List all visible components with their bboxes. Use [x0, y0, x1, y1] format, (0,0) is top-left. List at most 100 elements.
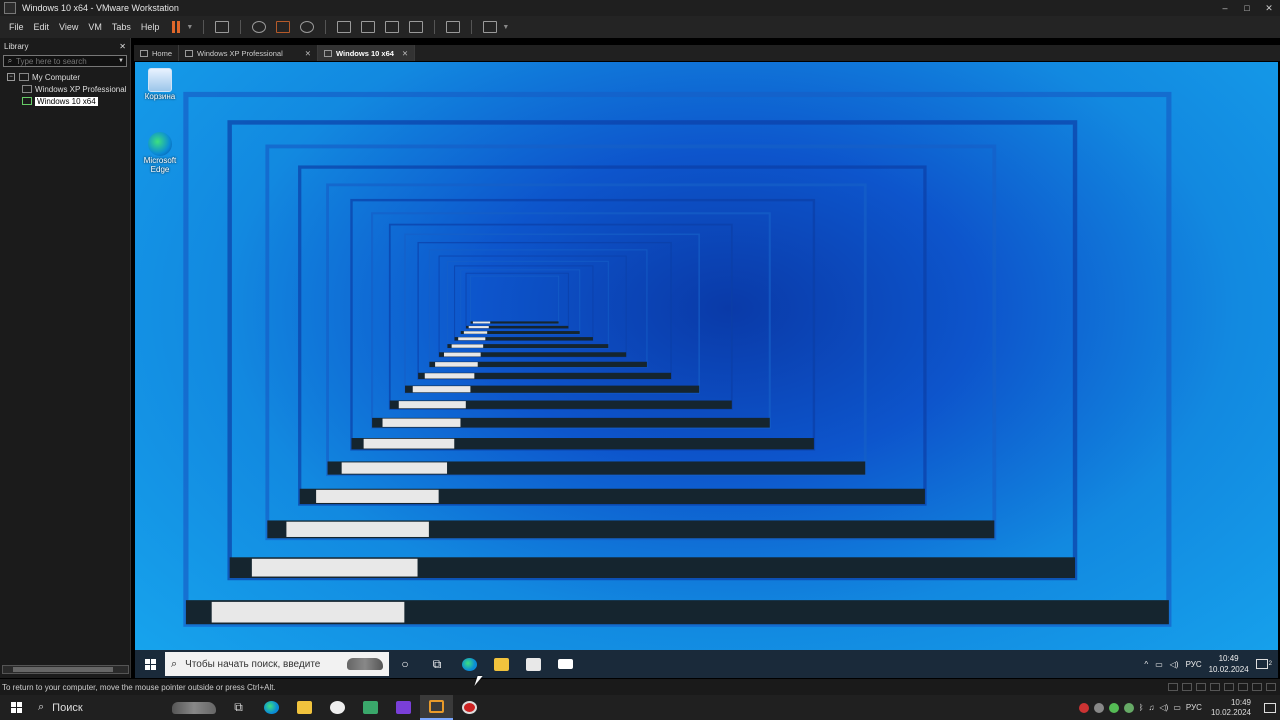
- guest-start-button[interactable]: [135, 650, 165, 678]
- recursive-screen-tunnel: [183, 91, 1172, 627]
- power-dropdown-icon[interactable]: ▼: [186, 24, 193, 31]
- unity-icon[interactable]: [409, 21, 424, 33]
- menu-bar: File Edit View VM Tabs Help ▼ ▼: [0, 16, 1280, 38]
- task-view-icon[interactable]: ⧉: [421, 650, 453, 678]
- guest-language[interactable]: РУС: [1186, 660, 1202, 669]
- suspend-vm-icon[interactable]: [172, 21, 182, 33]
- search-dropdown-icon[interactable]: ▼: [116, 58, 126, 64]
- tunnel-frame: [438, 255, 627, 358]
- minimize-button[interactable]: –: [1214, 3, 1236, 14]
- console-view-icon[interactable]: [446, 21, 461, 33]
- tab-windows-10[interactable]: Windows 10 x64 ✕: [318, 45, 416, 61]
- tree-item-my-computer[interactable]: − My Computer: [0, 71, 130, 83]
- revert-snapshot-icon[interactable]: [276, 21, 291, 33]
- collapse-icon[interactable]: −: [7, 73, 15, 81]
- menu-edit[interactable]: Edit: [34, 22, 50, 32]
- mail-icon[interactable]: [549, 650, 581, 678]
- volume-icon[interactable]: ◁): [1170, 660, 1179, 669]
- nvidia-icon[interactable]: [1123, 702, 1134, 713]
- host-search-box[interactable]: ⌕ Поиск: [32, 695, 222, 720]
- tray-app-green-icon[interactable]: [1108, 702, 1119, 713]
- tab-close-icon[interactable]: ✕: [402, 49, 408, 58]
- menu-help[interactable]: Help: [141, 22, 160, 32]
- library-close-icon[interactable]: ✕: [119, 42, 126, 51]
- notification-center-icon[interactable]: [1255, 659, 1268, 669]
- tab-close-icon[interactable]: ✕: [305, 49, 311, 58]
- cd-rom-icon[interactable]: [1182, 683, 1192, 691]
- notification-center-icon[interactable]: [1264, 702, 1276, 713]
- printer-icon[interactable]: [1238, 683, 1248, 691]
- store-icon[interactable]: [517, 650, 549, 678]
- speaker-icon[interactable]: ◁): [1160, 703, 1169, 712]
- network-icon[interactable]: ▭: [1173, 703, 1181, 712]
- desktop-icon-recycle-bin[interactable]: Корзина: [135, 68, 185, 101]
- tree-item-windows-xp[interactable]: Windows XP Professional: [0, 83, 130, 95]
- nested-search-box: [451, 344, 484, 348]
- nested-search-box: [316, 489, 439, 503]
- vm-icon: [22, 85, 32, 93]
- sound-card-icon[interactable]: [1224, 683, 1234, 691]
- stretch-guest-icon[interactable]: [483, 21, 498, 33]
- file-explorer-icon[interactable]: [485, 650, 517, 678]
- host-clock[interactable]: 10:49 10.02.2024: [1211, 698, 1251, 718]
- menu-tabs[interactable]: Tabs: [112, 22, 131, 32]
- guest-clock[interactable]: 10:49 10.02.2024: [1209, 653, 1249, 675]
- edge-taskbar-icon[interactable]: [255, 695, 288, 720]
- tree-item-label: Windows 10 x64: [35, 96, 98, 106]
- host-language[interactable]: РУС: [1186, 703, 1202, 712]
- tunnel-frame: [298, 165, 927, 506]
- app-purple-icon[interactable]: [387, 695, 420, 720]
- stretch-dropdown-icon[interactable]: ▼: [502, 24, 509, 31]
- maximize-button[interactable]: □: [1236, 3, 1258, 14]
- tray-app-red-icon[interactable]: [1078, 702, 1089, 713]
- display-icon[interactable]: [1252, 683, 1262, 691]
- edge-taskbar-icon[interactable]: [453, 650, 485, 678]
- snapshot-manager-icon[interactable]: [300, 21, 315, 33]
- xbox-icon[interactable]: [321, 695, 354, 720]
- full-screen-icon[interactable]: [385, 21, 400, 33]
- vm-icon: [185, 49, 194, 57]
- usb-icon[interactable]: [1210, 683, 1220, 691]
- send-ctrl-alt-del-icon[interactable]: [215, 21, 230, 33]
- nested-search-box: [435, 362, 478, 367]
- tab-home[interactable]: Home: [134, 45, 180, 61]
- desktop-icon-edge[interactable]: Microsoft Edge: [135, 132, 185, 174]
- snapshot-icon[interactable]: [252, 21, 267, 33]
- library-scrollbar[interactable]: [2, 665, 129, 674]
- screen-recorder-icon[interactable]: [453, 695, 486, 720]
- search-highlight-icon: [172, 702, 216, 714]
- vmware-taskbar-icon[interactable]: [420, 695, 453, 720]
- show-library-icon[interactable]: [337, 21, 352, 33]
- tab-windows-xp[interactable]: Windows XP Professional ✕: [179, 45, 319, 61]
- library-search[interactable]: ⌕ ▼: [3, 55, 127, 67]
- menu-vm[interactable]: VM: [88, 22, 102, 32]
- library-tree: − My Computer Windows XP Professional Wi…: [0, 71, 130, 107]
- tray-app-gray-icon[interactable]: [1093, 702, 1104, 713]
- close-button[interactable]: ✕: [1258, 3, 1280, 14]
- guest-search-box[interactable]: ⌕ Чтобы начать поиск, введите: [165, 652, 389, 676]
- vm-guest-screen[interactable]: Корзина Microsoft Edge: [135, 62, 1278, 678]
- hard-disk-icon[interactable]: [1168, 683, 1178, 691]
- vmware-workstation-window: Windows 10 x64 - VMware Workstation – □ …: [0, 0, 1280, 720]
- menu-file[interactable]: File: [9, 22, 24, 32]
- host-start-button[interactable]: [0, 695, 32, 720]
- store-icon[interactable]: [354, 695, 387, 720]
- thumbnail-bar-icon[interactable]: [361, 21, 376, 33]
- message-log-icon[interactable]: [1266, 683, 1276, 691]
- network-adapter-icon[interactable]: [1196, 683, 1206, 691]
- menu-view[interactable]: View: [59, 22, 78, 32]
- library-search-input[interactable]: [16, 56, 106, 66]
- show-hidden-icons-icon[interactable]: ^: [1144, 660, 1148, 669]
- tunnel-frame: [465, 272, 569, 329]
- microphone-icon[interactable]: ♫: [1149, 703, 1155, 712]
- guest-system-tray: ^ ▭ ◁) РУС 10:49 10.02.2024 2: [1144, 653, 1278, 675]
- tunnel-frame: [388, 223, 733, 410]
- tree-item-windows-10[interactable]: Windows 10 x64: [0, 95, 130, 107]
- cortana-icon[interactable]: ○: [389, 650, 421, 678]
- file-explorer-icon[interactable]: [288, 695, 321, 720]
- nested-search-box: [286, 521, 429, 537]
- guest-search-text: Чтобы начать поиск, введите: [185, 658, 321, 670]
- task-view-icon[interactable]: ⧉: [222, 695, 255, 720]
- bluetooth-icon[interactable]: ᛒ: [1139, 703, 1144, 712]
- network-icon[interactable]: ▭: [1155, 660, 1163, 669]
